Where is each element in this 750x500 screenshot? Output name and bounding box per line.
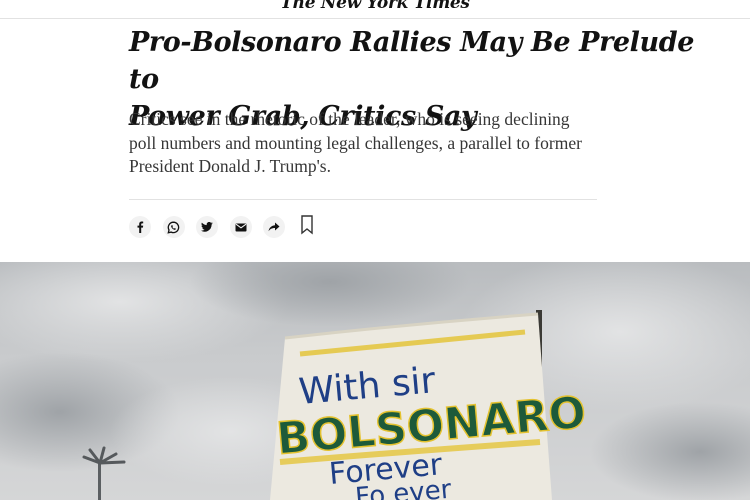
twitter-share-button[interactable] [196,216,218,238]
summary-line-2: poll numbers and mounting legal challeng… [129,132,582,153]
bookmark-icon [300,215,313,235]
twitter-icon [201,222,213,232]
whatsapp-icon [167,221,180,234]
divider [129,199,597,200]
facebook-share-button[interactable] [129,216,151,238]
headline-line-1: Pro-Bolsonaro Rallies May Be Prelude to [129,27,695,95]
masthead-logo[interactable]: The New York Times [0,0,750,13]
share-toolbar [129,215,314,239]
summary-line-3: President Donald J. Trump's. [129,156,331,176]
email-icon [235,223,246,231]
article-photo[interactable]: With sir BOLSONARO Forever Fo ever [0,262,750,500]
whatsapp-share-button[interactable] [162,216,185,238]
summary-line-1: Critics see in the rhetoric of the leade… [129,109,570,129]
bookmark-button[interactable] [300,215,314,239]
facebook-icon [137,221,144,233]
more-share-button[interactable] [263,216,285,238]
masthead-bar: The New York Times [0,0,750,19]
email-share-button[interactable] [229,216,252,238]
share-arrow-icon [268,222,280,232]
article-summary: Critics see in the rhetoric of the leade… [129,108,609,179]
rally-photo-illustration: With sir BOLSONARO Forever Fo ever [0,262,750,500]
